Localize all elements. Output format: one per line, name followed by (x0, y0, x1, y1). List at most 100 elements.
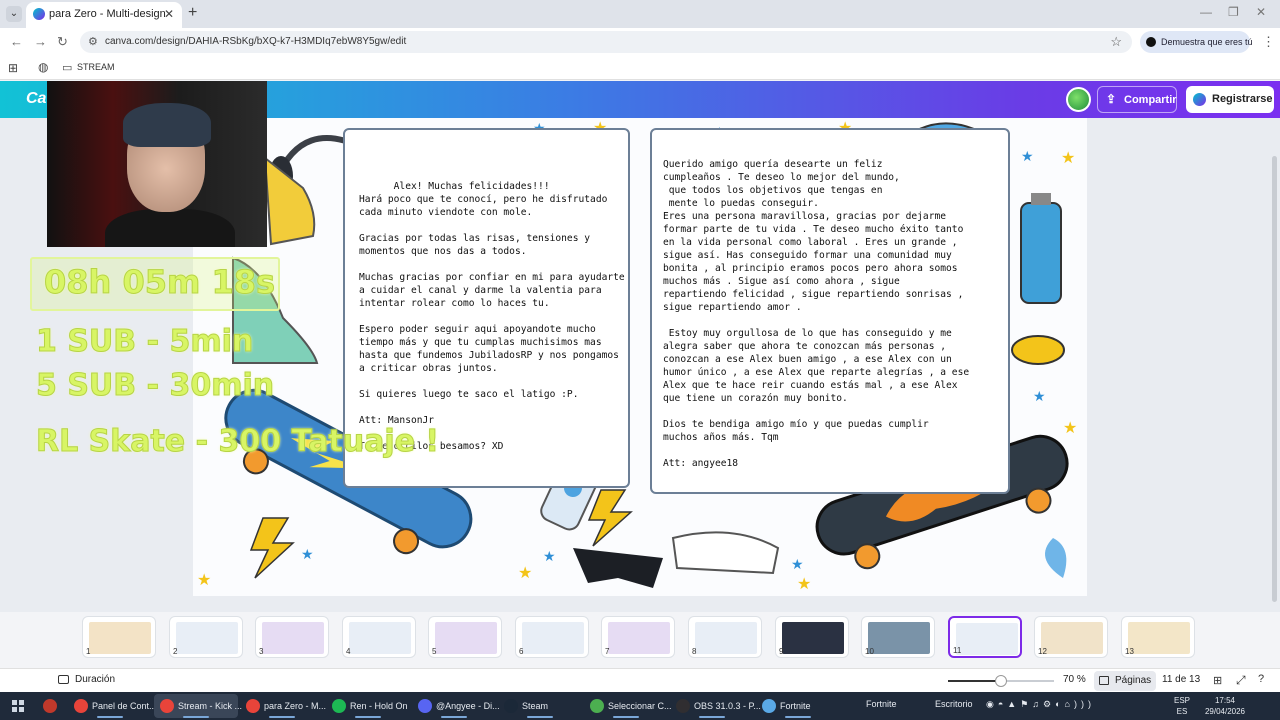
thumbnail-number: 3 (259, 647, 264, 656)
tab-search-icon[interactable]: ⌄ (6, 6, 22, 22)
globe-icon[interactable]: ◍ (38, 60, 48, 74)
reload-icon[interactable]: ↻ (57, 34, 68, 50)
grid-view-icon[interactable]: ⊞ (1213, 674, 1222, 687)
letter-line (663, 405, 969, 418)
stream-timer: 08h 05m 18s (43, 263, 276, 302)
taskbar-pinned-app[interactable] (38, 694, 62, 718)
folder-icon: ▭ (62, 62, 73, 74)
language-indicator[interactable]: ESP ES (1174, 695, 1190, 717)
letter-line: que todos los objetivos que tengas en (663, 185, 883, 196)
desktop-label[interactable]: Escritorio (935, 699, 973, 709)
page-thumbnail-4[interactable]: 4 (342, 616, 416, 658)
design-page[interactable]: ★ ★ ★ ★ ★ ★ ★ ★ ★ ★ ★ ★ ★ ★ ★ Alex! Much… (193, 118, 1087, 596)
letter-line: Alex! Muchas felicidades!!! (359, 181, 550, 192)
running-indicator (269, 716, 295, 718)
thumbnail-number: 11 (953, 646, 962, 655)
taskbar-item[interactable]: Panel de Cont... (68, 694, 157, 718)
page-thumbnail-8[interactable]: 8 (688, 616, 762, 658)
page-thumbnail-12[interactable]: 12 (1034, 616, 1108, 658)
register-button[interactable]: Registrarse (1186, 86, 1274, 113)
pages-label: Páginas (1115, 675, 1152, 686)
site-info-icon[interactable]: ⚙ (88, 35, 98, 48)
thumbnail-number: 10 (865, 647, 874, 656)
vertical-scrollbar[interactable] (1272, 156, 1277, 602)
system-tray-icons[interactable]: ◉◓▲⚑♫⚙◐⌂))) (986, 699, 1095, 710)
page-thumbnail-7[interactable]: 7 (601, 616, 675, 658)
page-thumbnail-5[interactable]: 5 (428, 616, 502, 658)
bookmark-stream[interactable]: STREAM (77, 62, 115, 72)
url-text[interactable]: canva.com/design/DAHIA-RSbKg/bXQ-k7-H3MD… (105, 36, 406, 47)
taskbar-item[interactable]: Seleccionar C... (584, 694, 672, 718)
app-icon (762, 699, 776, 713)
user-avatar[interactable] (1066, 87, 1091, 112)
running-indicator (613, 716, 639, 718)
app-icon (74, 699, 88, 713)
letter-right-text[interactable]: Querido amigo quería desearte un feliz cu… (663, 158, 969, 470)
forward-icon[interactable]: → (34, 34, 47, 49)
thumbnail-preview (262, 622, 324, 654)
letter-line: mente lo puedas conseguir. (663, 198, 819, 209)
tab-close-icon[interactable]: ✕ (164, 7, 174, 21)
zoom-slider-knob[interactable] (995, 675, 1007, 687)
star-decoration: ★ (543, 548, 556, 564)
duration-button[interactable]: Duración (75, 674, 115, 685)
star-decoration: ★ (797, 576, 812, 593)
star-decoration: ★ (1033, 388, 1046, 404)
minimize-icon[interactable]: — (1200, 5, 1212, 19)
page-thumbnail-11[interactable]: 11 (948, 616, 1022, 658)
back-icon[interactable]: ← (10, 34, 23, 49)
clock-time: 17:54 (1214, 696, 1236, 705)
taskbar-item[interactable]: OBS 31.0.3 - P... (670, 694, 761, 718)
page-thumbnail-10[interactable]: 10 (861, 616, 935, 658)
help-icon[interactable]: ? (1258, 673, 1264, 685)
taskbar-item-label: Stream - Kick ... (178, 701, 243, 711)
window-close-icon[interactable]: ✕ (1256, 5, 1266, 19)
pages-button[interactable]: Páginas (1094, 671, 1156, 691)
taskbar-item[interactable]: Steam (498, 694, 582, 718)
browser-tab[interactable]: para Zero - Multi-design ✕ (26, 2, 182, 28)
page-thumbnail-13[interactable]: 13 (1121, 616, 1195, 658)
fullscreen-icon[interactable]: ⤢ (1236, 673, 1246, 688)
app-icon (590, 699, 604, 713)
canva-logo[interactable]: Ca (26, 90, 46, 108)
register-label: Registrarse (1212, 93, 1273, 105)
bookmark-star-icon[interactable]: ☆ (1110, 34, 1122, 50)
taskbar-item[interactable]: Stream - Kick ... (154, 694, 242, 718)
restore-icon[interactable]: ❐ (1228, 5, 1239, 19)
thumbnail-number: 6 (519, 647, 524, 656)
share-button[interactable]: ⇪ Compartir (1097, 86, 1177, 113)
browser-menu-icon[interactable]: ⋮ (1262, 34, 1275, 50)
taskbar-item-label: Steam (522, 701, 549, 711)
keyboard-layout: ES (1176, 707, 1188, 716)
profile-button[interactable]: Demuestra que eres tú (1140, 31, 1253, 53)
app-icon (246, 699, 260, 713)
letter-left-text[interactable]: Alex! Muchas felicidades!!! Hará poco que… (359, 180, 625, 453)
system-clock[interactable]: 17:54 29/04/2026 (1200, 695, 1250, 717)
letter-line: Hará poco que te conocí, pero he disfrut… (359, 194, 608, 205)
zoom-value[interactable]: 70 % (1063, 674, 1086, 685)
page-thumbnail-6[interactable]: 6 (515, 616, 589, 658)
letter-line: sigue repartiendo amor . (663, 302, 802, 313)
page-thumbnail-1[interactable]: 1 (82, 616, 156, 658)
thumbnail-preview (176, 622, 238, 654)
taskbar-item[interactable]: para Zero - M... (240, 694, 326, 718)
letter-line: Dios te bendiga amigo mío y que puedas c… (663, 419, 929, 430)
taskbar-fortnite-label[interactable]: Fortnite (866, 699, 897, 709)
windows-start-icon[interactable] (12, 700, 24, 712)
page-thumbnail-2[interactable]: 2 (169, 616, 243, 658)
page-thumbnail-3[interactable]: 3 (255, 616, 329, 658)
new-tab-icon[interactable]: + (188, 4, 197, 22)
taskbar-item[interactable]: Ren - Hold On (326, 694, 410, 718)
letter-line: a cuidar el canal y darme la valentia pa… (359, 285, 602, 296)
duration-icon[interactable] (58, 675, 69, 684)
letter-line: intentar rolear como lo haces tu. (359, 298, 550, 309)
taskbar-item[interactable]: @Angyee - Di... (412, 694, 500, 718)
address-bar[interactable]: ⚙ canva.com/design/DAHIA-RSbKg/bXQ-k7-H3… (80, 31, 1132, 53)
taskbar-item[interactable]: Fortnite (756, 694, 840, 718)
page-thumbnail-9[interactable]: 9 (775, 616, 849, 658)
letter-line: bonita , al principio eramos pocos pero … (663, 263, 958, 274)
star-decoration: ★ (1063, 420, 1078, 437)
browser-toolbar: ← → ↻ ⚙ canva.com/design/DAHIA-RSbKg/bXQ… (0, 28, 1280, 56)
apps-grid-icon[interactable]: ⊞ (8, 61, 18, 75)
letter-line: Att: angyee18 (663, 458, 739, 469)
